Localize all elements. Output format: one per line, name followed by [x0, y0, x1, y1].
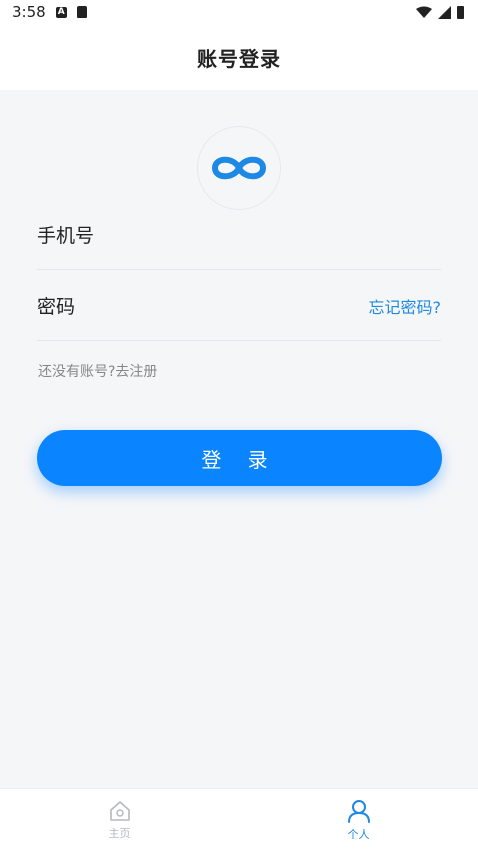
password-label: 密码 — [37, 296, 76, 318]
header: 账号登录 — [0, 24, 478, 90]
status-bar: 3:58 A — [0, 0, 478, 24]
bottom-tab-bar: 主页 个人 — [0, 788, 478, 850]
wifi-icon — [416, 6, 432, 18]
register-link[interactable]: 还没有账号?去注册 — [38, 361, 157, 381]
login-button[interactable]: 登 录 — [37, 430, 442, 486]
battery-icon — [457, 5, 464, 19]
sd-card-icon — [76, 6, 87, 18]
notification-a-icon: A — [55, 6, 67, 18]
home-icon — [109, 800, 130, 821]
phone-field[interactable]: 手机号 — [37, 200, 441, 270]
infinity-logo-icon — [211, 156, 267, 180]
person-icon — [347, 799, 370, 823]
tab-home[interactable]: 主页 — [0, 789, 239, 850]
status-time: 3:58 — [12, 3, 46, 21]
app-logo — [197, 126, 281, 210]
tab-home-label: 主页 — [108, 826, 131, 840]
forgot-password-link[interactable]: 忘记密码? — [369, 294, 442, 318]
tab-profile[interactable]: 个人 — [239, 789, 478, 850]
signal-icon — [438, 5, 451, 19]
password-field[interactable]: 密码 忘记密码? — [37, 271, 441, 341]
tab-profile-label: 个人 — [347, 827, 370, 841]
phone-label: 手机号 — [37, 225, 95, 247]
page-title: 账号登录 — [197, 46, 281, 71]
